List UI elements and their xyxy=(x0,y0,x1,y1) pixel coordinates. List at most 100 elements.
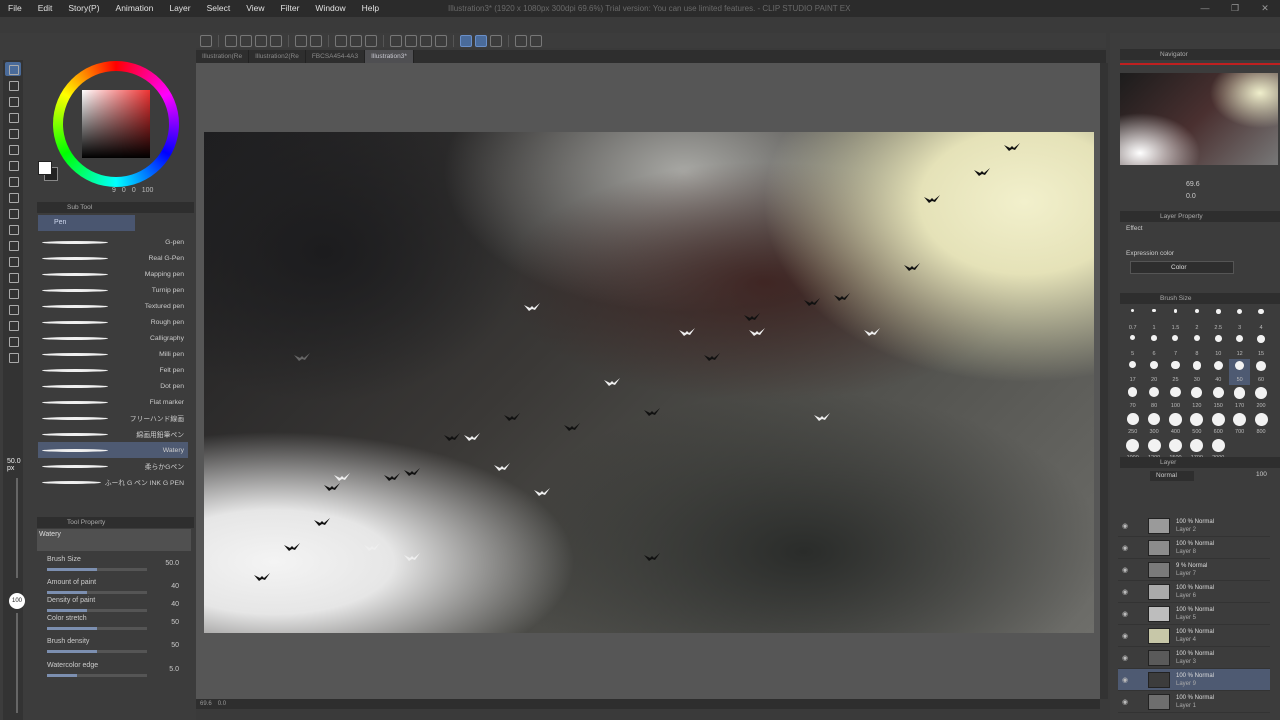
tool-property-row[interactable]: Brush density 50 xyxy=(47,638,187,658)
tab-illustration3[interactable]: Illustration3* xyxy=(365,50,414,63)
color-wheel[interactable] xyxy=(53,61,179,187)
clip-studio-icon[interactable] xyxy=(200,34,212,47)
eye-icon[interactable]: ◉ xyxy=(1118,522,1132,530)
navigator-preview[interactable] xyxy=(1120,73,1278,165)
transform-icon[interactable] xyxy=(365,34,377,47)
main-color-swatch[interactable] xyxy=(38,161,52,175)
snap-grid-icon[interactable] xyxy=(490,34,502,47)
blend-tool-icon[interactable] xyxy=(5,158,21,172)
menu-layer[interactable]: Layer xyxy=(161,0,198,17)
deselect-icon[interactable] xyxy=(390,34,402,47)
snap-ruler-icon[interactable] xyxy=(460,34,472,47)
brush-size-cell[interactable]: 400 xyxy=(1165,411,1186,437)
side-opacity-slider[interactable] xyxy=(16,613,18,713)
ruler-tool-icon[interactable] xyxy=(5,254,21,268)
eye-icon[interactable]: ◉ xyxy=(1118,698,1132,706)
menu-edit[interactable]: Edit xyxy=(30,0,61,17)
help-icon[interactable] xyxy=(530,34,542,47)
brush-item[interactable]: G-pen xyxy=(38,234,188,250)
balloon-tool-icon[interactable] xyxy=(5,286,21,300)
brush-size-cell[interactable]: 0.7 xyxy=(1122,307,1143,333)
layer-row[interactable]: ◉ 100 % Normal Layer 2 xyxy=(1118,515,1270,537)
brush-item[interactable]: Felt pen xyxy=(38,362,188,378)
brush-size-cell[interactable]: 3 xyxy=(1229,307,1250,333)
menu-story[interactable]: Story(P) xyxy=(60,0,107,17)
eye-icon[interactable]: ◉ xyxy=(1118,610,1132,618)
tool-property-value[interactable]: 40 xyxy=(171,583,179,590)
new-file-icon[interactable] xyxy=(225,34,237,47)
tool-property-slider[interactable] xyxy=(47,568,147,571)
artwork-canvas[interactable] xyxy=(204,132,1094,633)
brush-size-cell[interactable]: 2 xyxy=(1186,307,1207,333)
brush-size-cell[interactable]: 20 xyxy=(1143,359,1164,385)
expression-color-select[interactable]: Color xyxy=(1130,261,1234,274)
brush-tool-icon[interactable] xyxy=(5,94,21,108)
brush-size-cell[interactable]: 5 xyxy=(1122,333,1143,359)
brush-item[interactable]: Real G-Pen xyxy=(38,250,188,266)
undo-icon[interactable] xyxy=(295,34,307,47)
eyedropper-tool-icon[interactable] xyxy=(5,318,21,332)
decoration-tool-icon[interactable] xyxy=(5,142,21,156)
layer-row[interactable]: ◉ 100 % Normal Layer 9 xyxy=(1118,669,1270,691)
crop-icon[interactable] xyxy=(420,34,432,47)
brush-size-cell[interactable]: 50 xyxy=(1228,359,1251,385)
tool-property-slider[interactable] xyxy=(47,591,147,594)
figure-tool-icon[interactable] xyxy=(5,222,21,236)
brush-size-cell[interactable]: 600 xyxy=(1208,411,1229,437)
tool-property-row[interactable]: Amount of paint 40 xyxy=(47,579,187,599)
settings-icon[interactable] xyxy=(515,34,527,47)
airbrush-tool-icon[interactable] xyxy=(5,126,21,140)
brush-size-cell[interactable]: 8 xyxy=(1186,333,1207,359)
layer-opacity-value[interactable]: 100 xyxy=(1256,471,1267,478)
brush-item[interactable]: ふーれ G ペン INK G PEN xyxy=(38,474,188,490)
layer-row[interactable]: ◉ 100 % Normal Layer 1 xyxy=(1118,691,1270,713)
brush-item[interactable]: フリーハンド線画 xyxy=(38,410,188,426)
close-button[interactable]: ✕ xyxy=(1250,0,1280,17)
correct-line-tool-icon[interactable] xyxy=(5,302,21,316)
tool-property-row[interactable]: Color stretch 50 xyxy=(47,615,187,635)
brush-size-cell[interactable]: 2.5 xyxy=(1208,307,1229,333)
brush-item[interactable]: Flat marker xyxy=(38,394,188,410)
tab-fbcsa454[interactable]: FBCSA454-4A3 xyxy=(306,50,366,63)
brush-item[interactable]: Textured pen xyxy=(38,298,188,314)
pencil-tool-icon[interactable] xyxy=(5,78,21,92)
frame-tool-icon[interactable] xyxy=(5,238,21,252)
tool-property-slider[interactable] xyxy=(47,627,147,630)
brush-size-cell[interactable]: 15 xyxy=(1250,333,1271,359)
brush-size-cell[interactable]: 800 xyxy=(1250,411,1271,437)
fill-tool-icon[interactable] xyxy=(5,190,21,204)
brush-size-cell[interactable]: 4 xyxy=(1250,307,1271,333)
brush-item[interactable]: Watery xyxy=(38,442,188,458)
snap-special-ruler-icon[interactable] xyxy=(475,34,487,47)
tool-property-row[interactable]: Density of paint 40 xyxy=(47,597,187,617)
brush-size-cell[interactable]: 10 xyxy=(1208,333,1229,359)
brush-item[interactable]: Calligraphy xyxy=(38,330,188,346)
menu-select[interactable]: Select xyxy=(199,0,239,17)
gradient-tool-icon[interactable] xyxy=(5,206,21,220)
brush-size-cell[interactable]: 25 xyxy=(1165,359,1186,385)
brush-item[interactable]: 綿画用鉛筆ペン xyxy=(38,426,188,442)
eye-icon[interactable]: ◉ xyxy=(1118,566,1132,574)
brush-size-cell[interactable]: 60 xyxy=(1250,359,1271,385)
clear-icon[interactable] xyxy=(435,34,447,47)
layer-row[interactable]: ◉ 100 % Normal Layer 3 xyxy=(1118,647,1270,669)
color-saturation-square[interactable] xyxy=(82,90,150,158)
layer-row[interactable]: ◉ 100 % Normal Layer 8 xyxy=(1118,537,1270,559)
brush-size-cell[interactable]: 500 xyxy=(1186,411,1207,437)
eye-icon[interactable]: ◉ xyxy=(1118,588,1132,596)
tool-property-value[interactable]: 50 xyxy=(171,619,179,626)
tab-illustration-re[interactable]: Illustration(Re xyxy=(196,50,250,63)
loading-icon[interactable] xyxy=(335,34,347,47)
tool-property-row[interactable]: Brush Size 50.0 xyxy=(47,556,187,576)
blend-mode-select[interactable]: Normal xyxy=(1150,471,1194,481)
layer-row[interactable]: ◉ 9 % Normal Layer 7 xyxy=(1118,559,1270,581)
layer-row[interactable]: ◉ 100 % Normal Layer 6 xyxy=(1118,581,1270,603)
eye-icon[interactable]: ◉ xyxy=(1118,654,1132,662)
menu-file[interactable]: File xyxy=(0,0,30,17)
brush-size-cell[interactable]: 70 xyxy=(1122,385,1143,411)
invert-selection-icon[interactable] xyxy=(405,34,417,47)
menu-help[interactable]: Help xyxy=(354,0,387,17)
brush-size-cell[interactable]: 100 xyxy=(1165,385,1186,411)
brush-size-cell[interactable]: 12 xyxy=(1229,333,1250,359)
brush-size-cell[interactable]: 300 xyxy=(1143,411,1164,437)
